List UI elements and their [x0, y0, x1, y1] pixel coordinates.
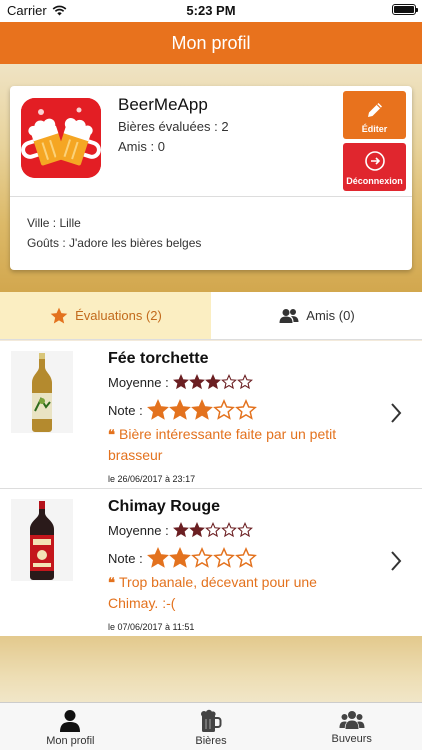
card-divider — [10, 196, 412, 197]
star-empty-icon — [212, 547, 235, 568]
user-rating: Note : — [108, 399, 257, 421]
rating-date: le 07/06/2017 à 11:51 — [108, 622, 195, 632]
tab-friends[interactable]: Amis (0) — [211, 292, 422, 339]
star-empty-icon — [220, 522, 237, 538]
user-rating: Note : — [108, 547, 257, 569]
edit-profile-button[interactable]: Éditer — [343, 91, 406, 139]
star-icon — [50, 307, 68, 323]
comment-text: Bière intéressante faite par un petit br… — [108, 426, 337, 463]
rating-row[interactable]: Chimay Rouge Moyenne : Note : ❝ Trop bana… — [0, 489, 422, 637]
comment-text: Trop banale, décevant pour une Chimay. :… — [108, 574, 317, 611]
tab-beers-label: Bières — [195, 735, 227, 747]
quote-icon: ❝ — [108, 427, 115, 442]
beer-name: Fée torchette — [108, 350, 209, 367]
beer-thumbnail — [11, 499, 73, 581]
star-filled-icon — [188, 374, 205, 390]
star-empty-icon — [236, 374, 253, 390]
star-filled-icon — [204, 374, 221, 390]
beer-foam-background-bottom — [0, 636, 422, 702]
star-filled-icon — [146, 547, 169, 568]
average-rating: Moyenne : — [108, 374, 253, 390]
profile-card: BeerMeApp Bières évaluées : 2 Amis : 0 É… — [10, 86, 412, 270]
tab-my-profile-label: Mon profil — [46, 735, 95, 747]
star-empty-icon — [204, 522, 221, 538]
rating-row[interactable]: Fée torchette Moyenne : Note : ❝ Bière in… — [0, 341, 422, 489]
star-empty-icon — [234, 547, 257, 568]
quote-icon: ❝ — [108, 575, 115, 590]
group-icon — [339, 711, 365, 729]
note-stars — [146, 547, 257, 569]
note-stars — [146, 399, 257, 421]
tab-my-profile[interactable]: Mon profil — [0, 703, 141, 750]
average-rating: Moyenne : — [108, 522, 253, 538]
tab-ratings-label: Évaluations (2) — [75, 308, 162, 323]
chevron-right-icon — [391, 403, 402, 423]
tab-drinkers-label: Buveurs — [331, 733, 372, 745]
city-info: Ville : Lille — [27, 216, 81, 230]
star-empty-icon — [212, 399, 235, 420]
average-stars — [172, 522, 253, 538]
beer-name: Chimay Rouge — [108, 498, 221, 515]
tab-beers[interactable]: Bières — [141, 703, 282, 750]
logout-label: Déconnexion — [346, 176, 403, 186]
star-filled-icon — [168, 399, 191, 420]
tastes-info: Goûts : J'adore les bières belges — [27, 236, 202, 250]
star-filled-icon — [188, 522, 205, 538]
segment-control: Évaluations (2) Amis (0) — [0, 292, 422, 340]
tab-bar: Mon profil Bières Buveurs — [0, 702, 422, 750]
friends-icon — [279, 308, 299, 323]
ratings-list: Fée torchette Moyenne : Note : ❝ Bière in… — [0, 341, 422, 637]
rating-date: le 26/06/2017 à 23:17 — [108, 474, 196, 484]
nav-title: Mon profil — [0, 22, 422, 64]
beer-mug-icon — [201, 709, 222, 732]
star-empty-icon — [236, 522, 253, 538]
logout-button[interactable]: Déconnexion — [343, 143, 406, 191]
tab-friends-label: Amis (0) — [306, 308, 355, 323]
app-logo — [21, 98, 101, 178]
note-label: Note : — [108, 550, 143, 566]
star-empty-icon — [234, 399, 257, 420]
tab-drinkers[interactable]: Buveurs — [281, 703, 422, 750]
star-filled-icon — [168, 547, 191, 568]
edit-label: Éditer — [361, 124, 388, 134]
rating-comment: ❝ Bière intéressante faite par un petit b… — [108, 424, 358, 465]
friends-count: Amis : 0 — [118, 139, 165, 154]
star-empty-icon — [190, 547, 213, 568]
star-filled-icon — [190, 399, 213, 420]
beers-rated-count: Bières évaluées : 2 — [118, 119, 229, 134]
logout-icon — [364, 151, 385, 171]
star-filled-icon — [172, 374, 189, 390]
tab-ratings[interactable]: Évaluations (2) — [0, 292, 211, 339]
clock: 5:23 PM — [186, 3, 236, 18]
pencil-icon — [367, 103, 382, 117]
note-label: Note : — [108, 402, 143, 418]
chevron-right-icon — [391, 551, 402, 571]
average-stars — [172, 374, 253, 390]
user-icon — [60, 710, 81, 732]
battery-icon — [392, 4, 418, 15]
star-filled-icon — [146, 399, 169, 420]
status-bar: Carrier 5:23 PM — [0, 0, 422, 22]
star-filled-icon — [172, 522, 189, 538]
average-label: Moyenne : — [108, 374, 169, 390]
average-label: Moyenne : — [108, 522, 169, 538]
username: BeerMeApp — [118, 95, 208, 114]
star-empty-icon — [220, 374, 237, 390]
beer-thumbnail — [11, 351, 73, 433]
rating-comment: ❝ Trop banale, décevant pour une Chimay. … — [108, 572, 358, 613]
